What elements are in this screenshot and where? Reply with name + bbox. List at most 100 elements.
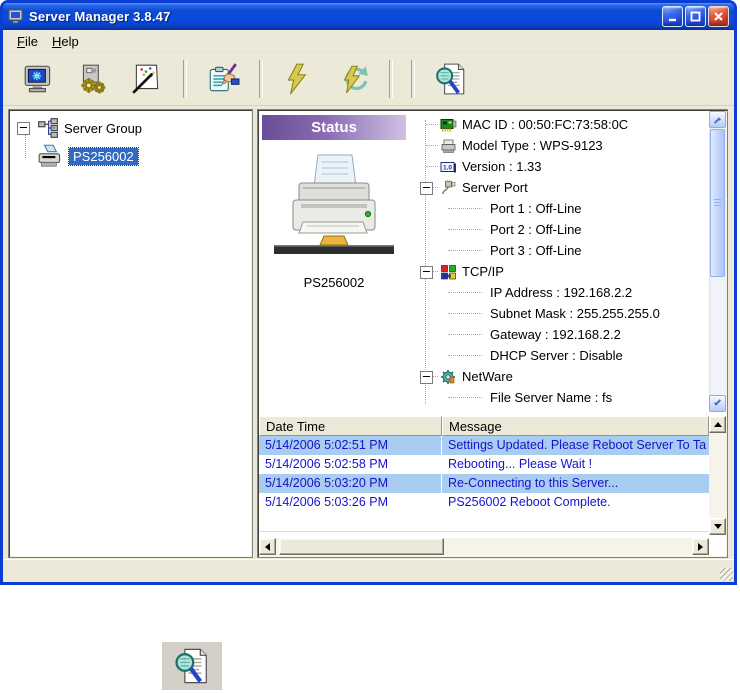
- server-group-label: Server Group: [64, 121, 142, 136]
- log-datetime: 5/14/2006 5:03:26 PM: [259, 493, 442, 512]
- status-bar: [3, 559, 734, 582]
- tree-item-server-group[interactable]: Server Group: [17, 118, 142, 138]
- arrow-down-icon: [714, 524, 722, 529]
- apply-button[interactable]: [279, 59, 319, 99]
- status-tree-item[interactable]: NetWare: [410, 366, 709, 387]
- status-tree-item[interactable]: Model Type : WPS-9123: [410, 135, 709, 156]
- status-tree-item[interactable]: IP Address : 192.168.2.2: [410, 282, 709, 303]
- log-datetime: 5/14/2006 5:03:20 PM: [259, 474, 442, 493]
- collapse-expander-icon[interactable]: [420, 182, 433, 195]
- tree-item-label: DHCP Server : Disable: [490, 348, 623, 363]
- selected-server-label: PS256002: [69, 148, 138, 165]
- scroll-down-button[interactable]: [709, 518, 726, 535]
- column-header-message[interactable]: Message: [442, 416, 709, 436]
- arrow-up-icon: [714, 422, 722, 427]
- log-row[interactable]: 5/14/2006 5:03:26 PM PS256002 Reboot Com…: [259, 493, 709, 512]
- log-datetime: 5/14/2006 5:02:58 PM: [259, 455, 442, 474]
- server-manager-window: Server Manager 3.8.47 FileHelp: [0, 0, 737, 585]
- status-tree-item[interactable]: DHCP Server : Disable: [410, 345, 709, 366]
- log-row[interactable]: 5/14/2006 5:02:58 PM Rebooting... Please…: [259, 455, 709, 474]
- log-row[interactable]: 5/14/2006 5:02:51 PM Settings Updated. P…: [259, 436, 709, 455]
- printer-device-icon: [272, 152, 396, 264]
- setup-icon: [76, 62, 110, 96]
- tree-item-label: NetWare: [462, 369, 513, 384]
- log-datetime: 5/14/2006 5:02:51 PM: [259, 436, 442, 455]
- status-panel: Status PS256002 MAC ID : 00:50:FC:73:58:…: [257, 109, 728, 558]
- report-icon: [173, 647, 211, 685]
- toolbar-separator: [411, 60, 415, 98]
- tree-item-icon: [440, 264, 457, 280]
- status-tree-item[interactable]: Port 3 : Off-Line: [410, 240, 709, 261]
- resize-grip[interactable]: [720, 568, 733, 581]
- tree-item-label: MAC ID : 00:50:FC:73:58:0C: [462, 117, 628, 132]
- configuration-icon: [206, 62, 240, 96]
- tree-item-server[interactable]: PS256002: [37, 144, 138, 168]
- device-view-icon: [22, 62, 56, 96]
- tree-item-label: Port 2 : Off-Line: [490, 222, 582, 237]
- status-tree-item[interactable]: Server Port: [410, 177, 709, 198]
- printer-icon: [37, 144, 65, 168]
- scrollbar-thumb[interactable]: [279, 538, 444, 555]
- toolbar: [3, 53, 734, 106]
- status-tree-item[interactable]: File Server Name : fs: [410, 387, 709, 408]
- setup-button[interactable]: [73, 59, 113, 99]
- report-button[interactable]: [431, 59, 471, 99]
- log-divider: [259, 531, 709, 532]
- report-button-floating[interactable]: [162, 642, 222, 690]
- tree-item-label: Port 1 : Off-Line: [490, 201, 582, 216]
- toolbar-separator: [183, 60, 187, 98]
- toolbar-separator: [259, 60, 263, 98]
- server-group-icon: [36, 118, 60, 138]
- scrollbar-thumb[interactable]: [710, 129, 725, 277]
- detail-tree-scrollbar[interactable]: [709, 111, 726, 412]
- tree-item-label: Port 3 : Off-Line: [490, 243, 582, 258]
- wizard-button[interactable]: [127, 59, 167, 99]
- refresh-button[interactable]: [333, 59, 373, 99]
- window-title: Server Manager 3.8.47: [29, 9, 660, 24]
- log-vertical-scrollbar[interactable]: [709, 416, 726, 535]
- status-tree-item[interactable]: Version : 1.33: [410, 156, 709, 177]
- app-icon: [8, 9, 25, 25]
- tree-item-label: File Server Name : fs: [490, 390, 612, 405]
- scroll-up-button[interactable]: [709, 416, 726, 433]
- status-tree-item[interactable]: MAC ID : 00:50:FC:73:58:0C: [410, 114, 709, 135]
- close-icon: [712, 10, 725, 23]
- collapse-expander-icon[interactable]: [17, 122, 30, 135]
- arrow-left-icon: [265, 543, 270, 551]
- tree-item-label: IP Address : 192.168.2.2: [490, 285, 632, 300]
- log-row[interactable]: 5/14/2006 5:03:20 PM Re-Connecting to th…: [259, 474, 709, 493]
- tree-item-label: TCP/IP: [462, 264, 504, 279]
- device-name-label: PS256002: [272, 275, 396, 290]
- apply-icon: [282, 62, 316, 96]
- scroll-down-button[interactable]: [709, 395, 726, 412]
- scroll-up-button[interactable]: [709, 111, 726, 128]
- scroll-right-button[interactable]: [692, 538, 709, 555]
- chevron-up-icon: [714, 117, 721, 124]
- status-tree-item[interactable]: Port 2 : Off-Line: [410, 219, 709, 240]
- collapse-expander-icon[interactable]: [420, 266, 433, 279]
- status-tree-item[interactable]: TCP/IP: [410, 261, 709, 282]
- log-horizontal-scrollbar[interactable]: [259, 538, 709, 555]
- minimize-button[interactable]: [662, 6, 683, 27]
- titlebar[interactable]: Server Manager 3.8.47: [3, 3, 734, 30]
- column-header-datetime[interactable]: Date Time: [259, 416, 442, 436]
- configuration-button[interactable]: [203, 59, 243, 99]
- status-tree-item[interactable]: Subnet Mask : 255.255.255.0: [410, 303, 709, 324]
- tree-item-label: Server Port: [462, 180, 528, 195]
- menu-item[interactable]: Help: [45, 32, 86, 51]
- close-button[interactable]: [708, 6, 729, 27]
- scroll-left-button[interactable]: [259, 538, 276, 555]
- tree-item-icon: [440, 159, 457, 175]
- device-view-button[interactable]: [19, 59, 59, 99]
- status-tree-item[interactable]: Port 1 : Off-Line: [410, 198, 709, 219]
- tree-item-icon: [440, 180, 457, 196]
- status-header: Status: [262, 115, 406, 140]
- tree-item-label: Gateway : 192.168.2.2: [490, 327, 621, 342]
- menu-item[interactable]: File: [10, 32, 45, 51]
- maximize-button[interactable]: [685, 6, 706, 27]
- server-tree-panel: Server Group PS256002: [8, 109, 253, 558]
- status-tree-item[interactable]: Gateway : 192.168.2.2: [410, 324, 709, 345]
- collapse-expander-icon[interactable]: [420, 371, 433, 384]
- arrow-right-icon: [698, 543, 703, 551]
- chevron-down-icon: [714, 399, 721, 406]
